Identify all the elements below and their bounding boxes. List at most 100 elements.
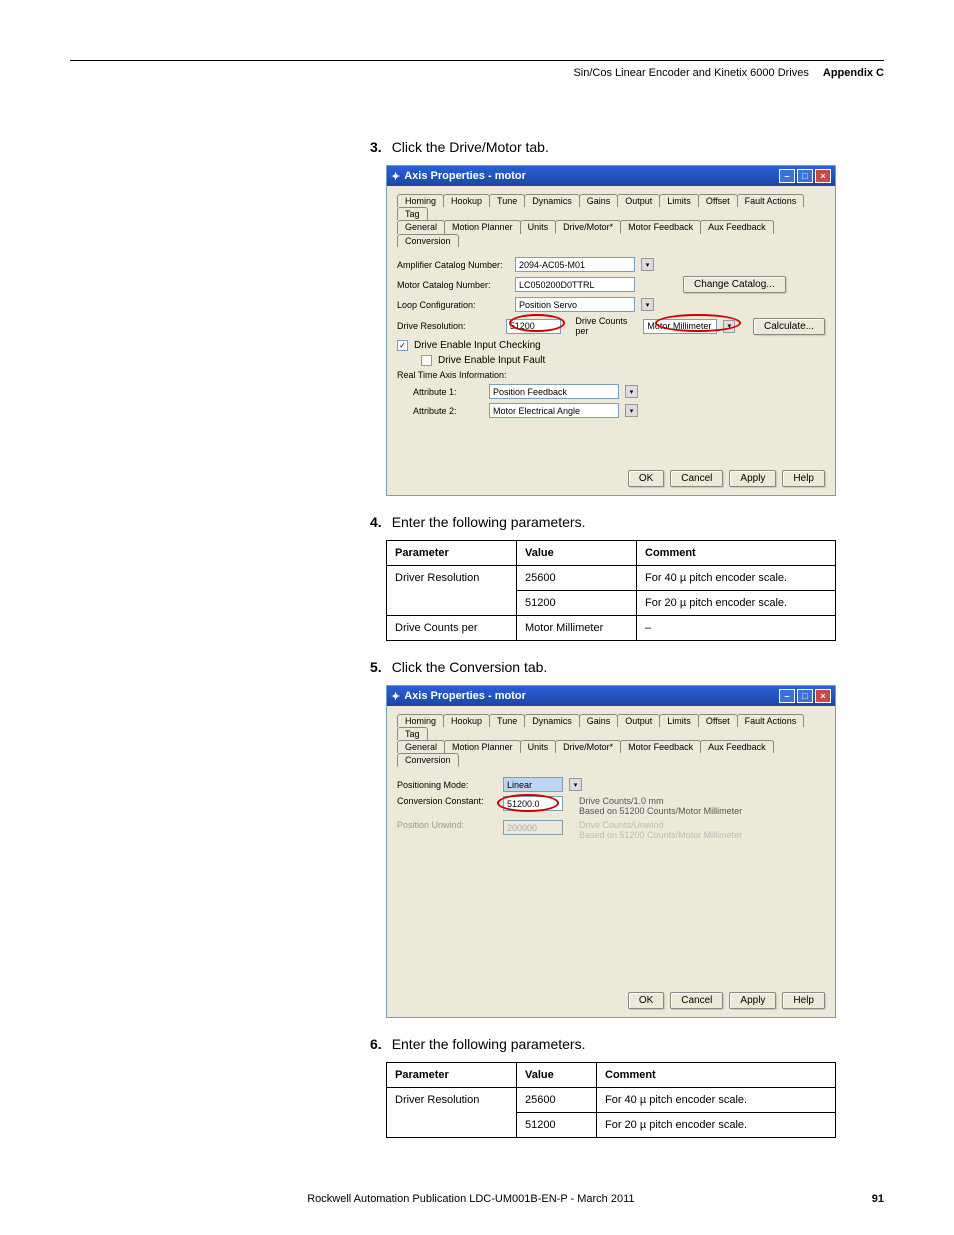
parameter-table-2: Parameter Value Comment Driver Resolutio…	[386, 1062, 836, 1138]
attribute-2-label: Attribute 2:	[413, 406, 483, 416]
cancel-button[interactable]: Cancel	[670, 470, 723, 487]
tab-tag[interactable]: Tag	[397, 727, 428, 740]
step-5-num: 5.	[370, 659, 382, 675]
minimize-button[interactable]: –	[779, 169, 795, 183]
step-6-text: Enter the following parameters.	[392, 1036, 586, 1052]
tab-units[interactable]: Units	[520, 740, 557, 753]
tab-aux-feedback[interactable]: Aux Feedback	[700, 740, 774, 753]
table-row: Drive Counts per Motor Millimeter –	[387, 616, 836, 641]
window-title: Axis Properties - motor	[404, 690, 526, 702]
position-unwind-field: 200000	[503, 820, 563, 835]
help-button[interactable]: Help	[782, 992, 825, 1009]
drive-counts-per-label: Drive Counts per	[575, 316, 637, 336]
cancel-button[interactable]: Cancel	[670, 992, 723, 1009]
tab-tune[interactable]: Tune	[489, 194, 525, 207]
tab-gains[interactable]: Gains	[579, 714, 619, 727]
tab-motor-feedback[interactable]: Motor Feedback	[620, 740, 701, 753]
step-6-num: 6.	[370, 1036, 382, 1052]
tab-homing[interactable]: Homing	[397, 194, 444, 207]
maximize-button[interactable]: □	[797, 169, 813, 183]
tab-offset[interactable]: Offset	[698, 714, 738, 727]
dropdown-arrow-icon[interactable]: ▾	[723, 320, 735, 333]
tab-conversion[interactable]: Conversion	[397, 234, 459, 247]
dropdown-arrow-icon[interactable]: ▾	[641, 258, 654, 271]
step-5-text: Click the Conversion tab.	[392, 659, 548, 675]
ok-button[interactable]: OK	[628, 992, 664, 1009]
tab-limits[interactable]: Limits	[659, 714, 699, 727]
close-button[interactable]: ×	[815, 689, 831, 703]
axis-properties-window-conversion: ✦ Axis Properties - motor – □ × Homing H…	[386, 685, 836, 1018]
positioning-mode-label: Positioning Mode:	[397, 780, 497, 790]
minimize-button[interactable]: –	[779, 689, 795, 703]
step-4-text: Enter the following parameters.	[392, 514, 586, 530]
drive-resolution-label: Drive Resolution:	[397, 321, 500, 331]
tab-tag[interactable]: Tag	[397, 207, 428, 220]
position-unwind-label: Position Unwind:	[397, 820, 497, 830]
tab-tune[interactable]: Tune	[489, 714, 525, 727]
real-time-axis-info-heading: Real Time Axis Information:	[397, 370, 825, 380]
attribute-2-field[interactable]: Motor Electrical Angle	[489, 403, 619, 418]
parameter-table-1: Parameter Value Comment Driver Resolutio…	[386, 540, 836, 641]
positioning-mode-field[interactable]: Linear	[503, 777, 563, 792]
tab-output[interactable]: Output	[617, 714, 660, 727]
window-icon: ✦	[391, 690, 400, 703]
tab-gains[interactable]: Gains	[579, 194, 619, 207]
table-header: Value	[517, 1063, 597, 1088]
motor-catalog-field: LC050200D0TTRL	[515, 277, 635, 292]
apply-button[interactable]: Apply	[729, 470, 776, 487]
tab-dynamics[interactable]: Dynamics	[524, 194, 580, 207]
tab-homing[interactable]: Homing	[397, 714, 444, 727]
step-4-num: 4.	[370, 514, 382, 530]
tab-hookup[interactable]: Hookup	[443, 194, 490, 207]
tab-limits[interactable]: Limits	[659, 194, 699, 207]
footer-publication: Rockwell Automation Publication LDC-UM00…	[307, 1193, 634, 1205]
unwind-hint-2: Based on 51200 Counts/Motor Millimeter	[579, 830, 742, 840]
tab-fault-actions[interactable]: Fault Actions	[737, 714, 805, 727]
tab-motion-planner[interactable]: Motion Planner	[444, 740, 521, 753]
tab-motion-planner[interactable]: Motion Planner	[444, 220, 521, 234]
tab-fault-actions[interactable]: Fault Actions	[737, 194, 805, 207]
change-catalog-button[interactable]: Change Catalog...	[683, 276, 786, 293]
drive-resolution-field[interactable]: 51200	[506, 319, 562, 334]
drive-enable-fault-checkbox[interactable]	[421, 355, 432, 366]
conversion-constant-label: Conversion Constant:	[397, 796, 497, 806]
tab-general[interactable]: General	[397, 220, 445, 234]
attribute-1-label: Attribute 1:	[413, 387, 483, 397]
motor-catalog-label: Motor Catalog Number:	[397, 280, 509, 290]
maximize-button[interactable]: □	[797, 689, 813, 703]
dropdown-arrow-icon[interactable]: ▾	[625, 404, 638, 417]
amplifier-field[interactable]: 2094-AC05-M01	[515, 257, 635, 272]
close-button[interactable]: ×	[815, 169, 831, 183]
window-title: Axis Properties - motor	[404, 170, 526, 182]
tab-offset[interactable]: Offset	[698, 194, 738, 207]
dropdown-arrow-icon[interactable]: ▾	[569, 778, 582, 791]
tab-dynamics[interactable]: Dynamics	[524, 714, 580, 727]
tab-units[interactable]: Units	[520, 220, 557, 234]
attribute-1-field[interactable]: Position Feedback	[489, 384, 619, 399]
window-icon: ✦	[391, 170, 400, 183]
amplifier-label: Amplifier Catalog Number:	[397, 260, 509, 270]
dropdown-arrow-icon[interactable]: ▾	[625, 385, 638, 398]
tab-hookup[interactable]: Hookup	[443, 714, 490, 727]
table-header: Parameter	[387, 1063, 517, 1088]
tab-aux-feedback[interactable]: Aux Feedback	[700, 220, 774, 234]
conversion-constant-field[interactable]: 51200.0	[503, 796, 563, 811]
dropdown-arrow-icon[interactable]: ▾	[641, 298, 654, 311]
calculate-button[interactable]: Calculate...	[753, 318, 825, 335]
conversion-hint-2: Based on 51200 Counts/Motor Millimeter	[579, 806, 742, 816]
tab-conversion[interactable]: Conversion	[397, 753, 459, 767]
tab-general[interactable]: General	[397, 740, 445, 753]
help-button[interactable]: Help	[782, 470, 825, 487]
tab-drive-motor[interactable]: Drive/Motor*	[555, 220, 621, 234]
loop-config-field[interactable]: Position Servo	[515, 297, 635, 312]
tab-drive-motor[interactable]: Drive/Motor*	[555, 740, 621, 753]
apply-button[interactable]: Apply	[729, 992, 776, 1009]
table-header: Comment	[637, 541, 836, 566]
table-header: Comment	[597, 1063, 836, 1088]
tab-motor-feedback[interactable]: Motor Feedback	[620, 220, 701, 234]
drive-enable-checking-checkbox[interactable]: ✓	[397, 340, 408, 351]
ok-button[interactable]: OK	[628, 470, 664, 487]
drive-counts-unit-field[interactable]: Motor Millimeter	[643, 319, 717, 334]
tab-output[interactable]: Output	[617, 194, 660, 207]
conversion-hint-1: Drive Counts/1.0 mm	[579, 796, 742, 806]
